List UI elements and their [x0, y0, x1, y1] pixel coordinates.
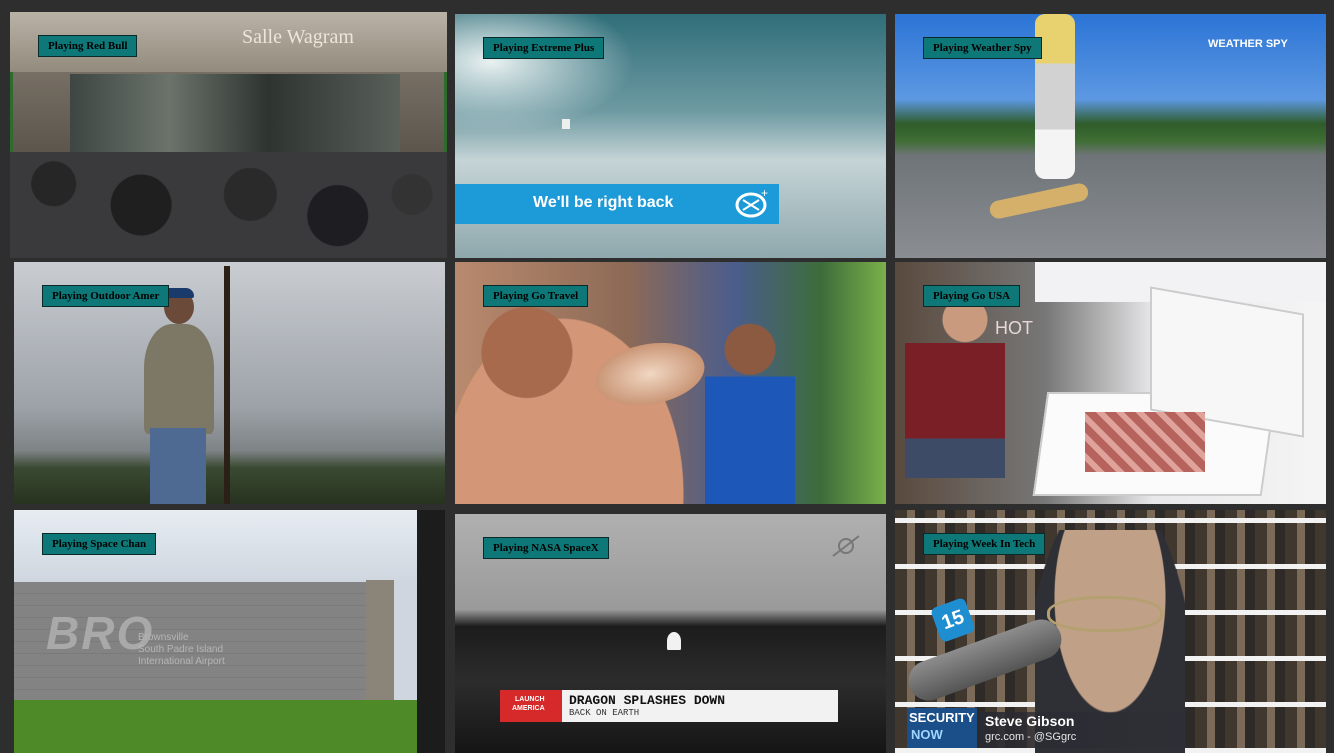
extreme-plus-logo-icon: + — [735, 188, 768, 218]
crowd — [10, 152, 447, 258]
control-tower — [366, 580, 394, 705]
playing-label: Playing Go Travel — [483, 285, 589, 307]
meat-tray — [1085, 412, 1205, 472]
video-tile-weather-spy[interactable]: WEATHER SPY Playing Weather Spy — [895, 14, 1326, 258]
show-line1: SECURITY — [909, 710, 975, 725]
watermark: WEATHER SPY — [1208, 38, 1288, 50]
satellite-icon — [832, 535, 860, 557]
dark-pole — [417, 510, 445, 753]
extreme-plus-logo: + — [735, 188, 771, 220]
cook-maroon-shirt — [905, 298, 1005, 478]
launch-tag-line1: LAUNCH — [515, 696, 545, 703]
video-tile-space-chan[interactable]: BRO Brownsville South Padre Island Inter… — [14, 510, 445, 753]
video-wall-grid: Salle Wagram Playing Red Bull We'll be r… — [0, 0, 1334, 753]
building-sign: Salle Wagram — [242, 26, 354, 48]
airport-sign-line1: Brownsville — [138, 632, 189, 643]
playing-label: Playing Go USA — [923, 285, 1021, 307]
airport-sign-line2: South Padre Island — [138, 644, 224, 655]
satellite-bug — [831, 534, 861, 558]
banner-text: We'll be right back — [533, 194, 674, 211]
playing-label: Playing Week In Tech — [923, 533, 1046, 555]
subhead: BACK ON EARTH — [569, 708, 640, 718]
wave-foam — [455, 14, 635, 134]
video-tile-red-bull[interactable]: Salle Wagram Playing Red Bull — [10, 12, 447, 258]
playing-label: Playing Space Chan — [42, 533, 157, 555]
longboard — [988, 181, 1090, 221]
show-line2: NOW — [911, 727, 943, 742]
video-tile-go-usa[interactable]: HOT Playing Go USA — [895, 262, 1326, 504]
airport-sign-line3: International Airport — [138, 656, 225, 667]
shirt-text: HOT — [995, 318, 1033, 338]
video-tile-outdoor-amer[interactable]: Playing Outdoor Amer — [14, 262, 445, 504]
surfer — [562, 119, 570, 129]
video-tile-week-in-tech[interactable]: 15 SECURITY NOW Steve Gibson grc.com - @… — [895, 510, 1326, 753]
man-blue-shirt — [705, 322, 795, 504]
man-with-pole — [126, 266, 230, 504]
playing-label: Playing NASA SpaceX — [483, 537, 609, 559]
dragon-capsule — [667, 632, 681, 650]
video-tile-extreme-plus[interactable]: We'll be right back + Playing Extreme Pl… — [455, 14, 886, 258]
host-name: Steve Gibson — [985, 713, 1075, 729]
launch-tag-line2: AMERICA — [512, 705, 545, 712]
headline: DRAGON SPLASHES DOWN — [569, 693, 726, 708]
playing-label: Playing Red Bull — [38, 35, 138, 57]
svg-text:+: + — [761, 188, 768, 200]
playing-label: Playing Weather Spy — [923, 37, 1042, 59]
man-blowing-conch — [455, 302, 695, 504]
video-tile-go-travel[interactable]: Playing Go Travel — [455, 262, 886, 504]
playing-label: Playing Extreme Plus — [483, 37, 605, 59]
host-glasses — [1047, 596, 1163, 632]
video-tile-nasa-spacex[interactable]: LAUNCH AMERICA DRAGON SPLASHES DOWN BACK… — [455, 514, 886, 753]
playing-label: Playing Outdoor Amer — [42, 285, 170, 307]
host-handle: grc.com - @SGgrc — [985, 731, 1077, 743]
grass — [14, 700, 417, 753]
